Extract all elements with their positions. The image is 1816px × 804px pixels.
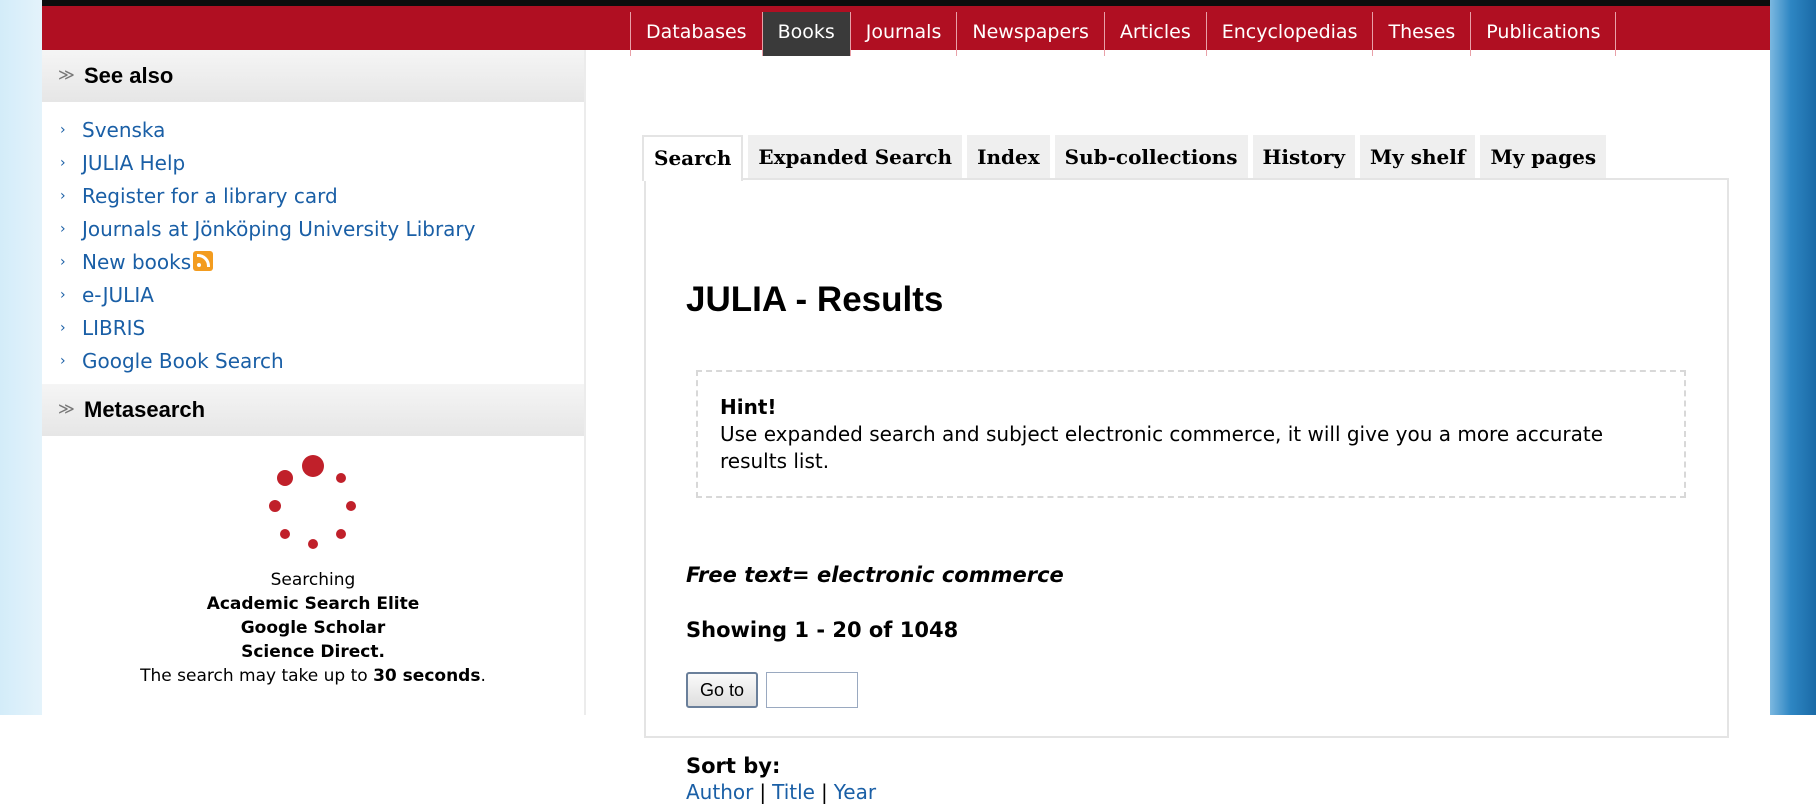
see-also-header[interactable]: ≫ See also <box>42 50 584 102</box>
source-google-scholar: Google Scholar <box>240 618 386 638</box>
rss-feed-icon[interactable] <box>193 250 214 271</box>
link-label[interactable]: Google Book Search <box>82 345 284 378</box>
link-label[interactable]: Register for a library card <box>82 180 338 213</box>
results-count: Showing 1 - 20 of 1048 <box>686 618 959 642</box>
link-journals-ju[interactable]: › Journals at Jönköping University Librar… <box>60 213 584 246</box>
link-label[interactable]: New books <box>82 246 191 279</box>
tab-history[interactable]: History <box>1252 135 1355 179</box>
metasearch-header[interactable]: ≫ Metasearch <box>42 384 584 436</box>
chevron-right-icon: › <box>60 287 66 303</box>
left-window-edge <box>0 0 42 715</box>
tab-expanded-search[interactable]: Expanded Search <box>748 135 963 179</box>
tab-index[interactable]: Index <box>967 135 1050 179</box>
hint-box: Hint! Use expanded search and subject el… <box>696 370 1686 498</box>
goto-button[interactable]: Go to <box>686 672 759 708</box>
sidebar: ≫ See also › Svenska › JULIA Help › Registe… <box>42 50 584 715</box>
sort-options: Author | Title | Year <box>686 780 876 804</box>
query-summary: Free text= electronic commerce <box>686 563 1064 587</box>
search-tabs: Search Expanded Search Index Sub-collect… <box>642 135 1607 181</box>
double-chevron-down-icon[interactable]: ≫ <box>58 50 84 102</box>
see-also-list: › Svenska › JULIA Help › Register for a lib… <box>42 102 584 384</box>
link-label[interactable]: JULIA Help <box>82 147 185 180</box>
sort-separator: | <box>759 780 767 804</box>
source-academic-search-elite: Academic Search Elite <box>206 594 420 614</box>
main-content: Search Expanded Search Index Sub-collect… <box>586 50 1770 804</box>
sort-author-link[interactable]: Author <box>686 780 753 804</box>
note-time: 30 seconds <box>373 666 481 686</box>
note-prefix: The search may take up to <box>140 666 368 686</box>
search-time-note: The search may take up to 30 seconds. <box>42 664 584 688</box>
right-window-edge <box>1770 0 1816 715</box>
link-label[interactable]: LIBRIS <box>82 312 145 345</box>
sort-title-link[interactable]: Title <box>772 780 815 804</box>
link-e-julia[interactable]: › e-JULIA <box>60 279 584 312</box>
hint-text: Use expanded search and subject electron… <box>720 422 1604 473</box>
tab-search[interactable]: Search <box>642 135 744 181</box>
chevron-right-icon: › <box>60 155 66 171</box>
link-library-card[interactable]: › Register for a library card <box>60 180 584 213</box>
link-label[interactable]: Journals at Jönköping University Library <box>82 213 475 246</box>
double-chevron-down-icon[interactable]: ≫ <box>58 384 84 436</box>
chevron-right-icon: › <box>60 320 66 336</box>
source-science-direct: Science Direct. <box>241 642 385 662</box>
link-google-book-search[interactable]: › Google Book Search <box>60 345 584 378</box>
chevron-right-icon: › <box>60 221 66 237</box>
sort-label: Sort by: <box>686 754 781 778</box>
sort-separator: | <box>820 780 828 804</box>
link-julia-help[interactable]: › JULIA Help <box>60 147 584 180</box>
sort-year-link[interactable]: Year <box>834 780 876 804</box>
hint-title: Hint! <box>720 395 777 419</box>
tab-my-pages[interactable]: My pages <box>1480 135 1607 179</box>
loading-spinner-icon <box>269 455 356 549</box>
note-suffix: . <box>480 666 486 686</box>
link-libris[interactable]: › LIBRIS <box>60 312 584 345</box>
metasearch-title: Metasearch <box>84 397 206 422</box>
link-label[interactable]: e-JULIA <box>82 279 154 312</box>
chevron-right-icon: › <box>60 353 66 369</box>
goto-row: Go to <box>686 672 859 708</box>
tab-sub-collections[interactable]: Sub-collections <box>1054 135 1248 179</box>
link-svenska[interactable]: › Svenska <box>60 114 584 147</box>
chevron-right-icon: › <box>60 188 66 204</box>
goto-page-input[interactable] <box>766 672 859 708</box>
top-navigation-bar: Databases Books Journals Newspapers Arti… <box>42 0 1770 56</box>
link-new-books[interactable]: › New books <box>60 246 584 279</box>
chevron-right-icon: › <box>60 254 66 270</box>
page-title: JULIA - Results <box>686 280 944 319</box>
metasearch-status: Searching Academic Search Elite Google S… <box>42 436 584 688</box>
link-label[interactable]: Svenska <box>82 114 165 147</box>
results-panel: JULIA - Results Hint! Use expanded searc… <box>644 178 1729 804</box>
tab-my-shelf[interactable]: My shelf <box>1360 135 1476 179</box>
see-also-title: See also <box>84 63 174 88</box>
searching-label: Searching <box>270 570 356 590</box>
chevron-right-icon: › <box>60 122 66 138</box>
